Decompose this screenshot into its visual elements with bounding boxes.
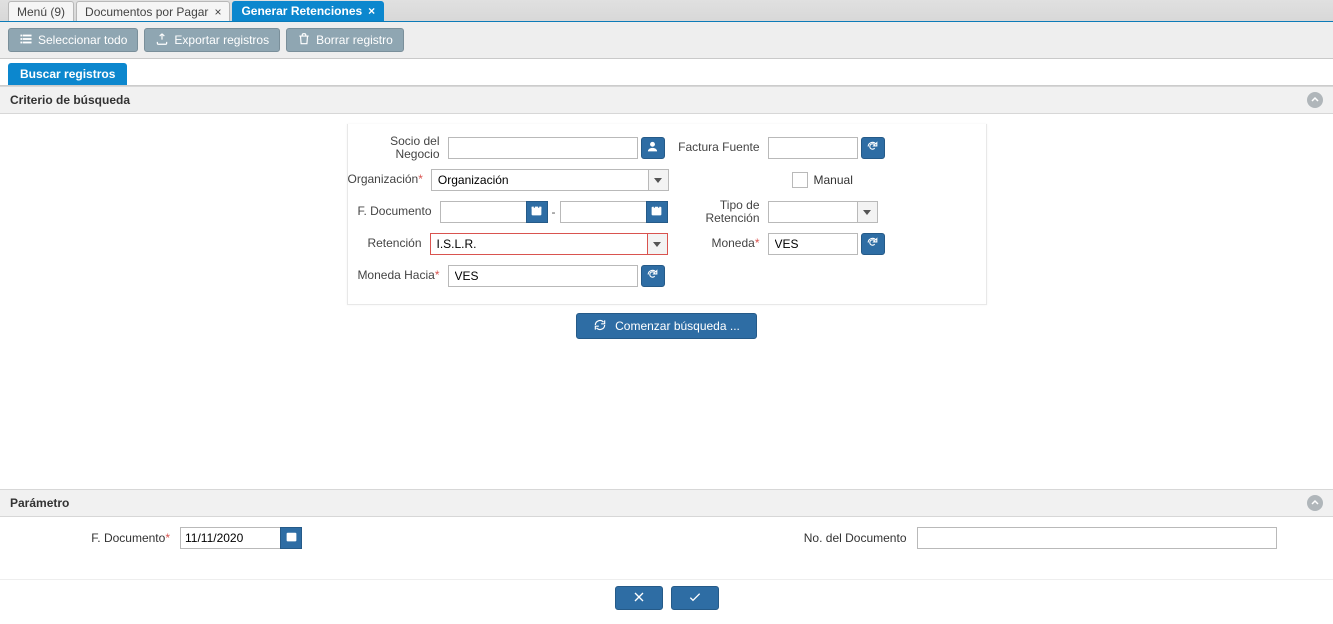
tipo-retencion-select[interactable] <box>768 201 858 223</box>
sub-tabs: Buscar registros <box>0 59 1333 86</box>
subtab-buscar-registros[interactable]: Buscar registros <box>8 63 127 85</box>
calendar-icon <box>650 204 663 220</box>
refresh-icon <box>866 140 879 156</box>
refresh-icon <box>866 236 879 252</box>
person-icon <box>646 140 659 156</box>
calendar-to-button[interactable] <box>646 201 668 223</box>
label-param-nodoc: No. del Documento <box>667 531 917 545</box>
retencion-select[interactable] <box>430 233 648 255</box>
socio-lookup-button[interactable] <box>641 137 665 159</box>
label-retencion: Retención <box>348 237 430 250</box>
refresh-icon <box>593 318 607 335</box>
trash-icon <box>297 32 311 49</box>
moneda-input[interactable] <box>768 233 858 255</box>
param-nodoc-input[interactable] <box>917 527 1277 549</box>
range-dash: - <box>548 205 560 219</box>
export-icon <box>155 32 169 49</box>
label-fdocumento: F. Documento <box>348 205 440 218</box>
fdoc-from-input[interactable] <box>440 201 526 223</box>
close-icon[interactable]: × <box>368 4 375 18</box>
confirm-button[interactable] <box>671 586 719 610</box>
button-label: Comenzar búsqueda ... <box>615 319 740 333</box>
label-factura: Factura Fuente <box>668 141 768 154</box>
factura-input[interactable] <box>768 137 858 159</box>
param-fdoc-input[interactable] <box>180 527 280 549</box>
button-label: Borrar registro <box>316 33 393 47</box>
tab-documentos-por-pagar[interactable]: Documentos por Pagar × <box>76 1 230 21</box>
label-organizacion: Organización* <box>348 173 431 186</box>
check-icon <box>687 589 703 608</box>
collapse-icon[interactable] <box>1307 92 1323 108</box>
close-icon <box>631 589 647 608</box>
fdoc-to-input[interactable] <box>560 201 646 223</box>
param-calendar-button[interactable] <box>280 527 302 549</box>
manual-checkbox[interactable] <box>792 172 808 188</box>
delete-button[interactable]: Borrar registro <box>286 28 404 52</box>
label-moneda-hacia: Moneda Hacia* <box>348 269 448 282</box>
toolbar: Seleccionar todo Exportar registros Borr… <box>0 22 1333 59</box>
close-icon[interactable]: × <box>214 5 221 19</box>
label-param-fdoc: F. Documento* <box>20 531 180 545</box>
dropdown-icon[interactable] <box>858 201 878 223</box>
cancel-button[interactable] <box>615 586 663 610</box>
comenzar-busqueda-button[interactable]: Comenzar búsqueda ... <box>576 313 757 339</box>
socio-input[interactable] <box>448 137 638 159</box>
panel-title: Criterio de búsqueda <box>10 93 130 107</box>
label-moneda: Moneda* <box>668 237 768 250</box>
document-tabs: Menú (9) Documentos por Pagar × Generar … <box>0 0 1333 22</box>
list-icon <box>19 32 33 49</box>
moneda-lookup-button[interactable] <box>861 233 885 255</box>
subtab-label: Buscar registros <box>20 67 115 81</box>
parametro-panel-body: F. Documento* No. del Documento <box>0 517 1333 579</box>
criteria-form: Socio del Negocio Factura Fuente <box>347 124 987 305</box>
tab-label: Generar Retenciones <box>241 4 362 18</box>
collapse-icon[interactable] <box>1307 495 1323 511</box>
calendar-icon <box>285 530 298 546</box>
moneda-hacia-lookup-button[interactable] <box>641 265 665 287</box>
tab-label: Documentos por Pagar <box>85 5 208 19</box>
button-label: Exportar registros <box>174 33 269 47</box>
moneda-hacia-input[interactable] <box>448 265 638 287</box>
dropdown-icon[interactable] <box>649 169 669 191</box>
export-button[interactable]: Exportar registros <box>144 28 280 52</box>
label-manual: Manual <box>814 173 853 187</box>
label-tipo-retencion: Tipo de Retención <box>668 199 768 225</box>
panel-title: Parámetro <box>10 496 69 510</box>
calendar-from-button[interactable] <box>526 201 548 223</box>
select-all-button[interactable]: Seleccionar todo <box>8 28 138 52</box>
label-socio: Socio del Negocio <box>348 135 448 161</box>
parametro-panel-header: Parámetro <box>0 489 1333 517</box>
factura-lookup-button[interactable] <box>861 137 885 159</box>
tab-label: Menú (9) <box>17 5 65 19</box>
tab-menu[interactable]: Menú (9) <box>8 1 74 21</box>
dropdown-icon[interactable] <box>648 233 668 255</box>
button-label: Seleccionar todo <box>38 33 127 47</box>
tab-generar-retenciones[interactable]: Generar Retenciones × <box>232 1 384 21</box>
results-area <box>0 355 1333 489</box>
organizacion-select[interactable] <box>431 169 649 191</box>
calendar-icon <box>530 204 543 220</box>
criteria-panel-body: Socio del Negocio Factura Fuente <box>0 114 1333 489</box>
criteria-panel-header: Criterio de búsqueda <box>0 86 1333 114</box>
refresh-icon <box>646 268 659 284</box>
